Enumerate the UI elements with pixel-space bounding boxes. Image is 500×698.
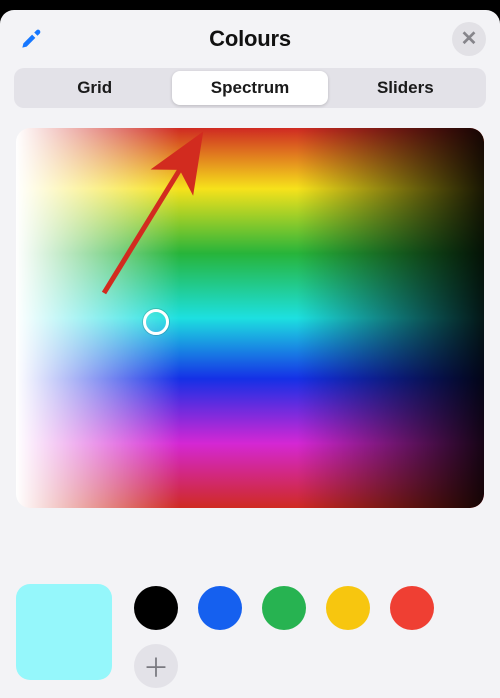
color-picker-sheet: Colours ✕ Grid Spectrum Sliders <box>0 10 500 698</box>
close-icon: ✕ <box>461 29 478 49</box>
tab-bar: Grid Spectrum Sliders <box>0 68 500 108</box>
spectrum-area <box>16 128 484 508</box>
page-title: Colours <box>209 26 291 52</box>
spectrum-canvas[interactable] <box>16 128 484 508</box>
preset-swatch-row <box>134 586 484 630</box>
preset-swatch[interactable] <box>198 586 242 630</box>
tab-sliders[interactable]: Sliders <box>328 71 483 105</box>
preset-swatch[interactable] <box>262 586 306 630</box>
header: Colours ✕ <box>0 10 500 68</box>
eyedropper-icon <box>18 26 44 52</box>
preset-swatch[interactable] <box>390 586 434 630</box>
eyedropper-button[interactable] <box>16 24 46 54</box>
tab-grid[interactable]: Grid <box>17 71 172 105</box>
spectrum-picker-ring[interactable] <box>143 309 169 335</box>
add-swatch-button[interactable]: ＋ <box>134 644 178 688</box>
preset-swatch[interactable] <box>134 586 178 630</box>
current-color-swatch[interactable] <box>16 584 112 680</box>
preset-swatch[interactable] <box>326 586 370 630</box>
bottom-panel: ＋ <box>0 580 500 698</box>
close-button[interactable]: ✕ <box>452 22 486 56</box>
tab-spectrum[interactable]: Spectrum <box>172 71 327 105</box>
plus-icon: ＋ <box>143 648 169 685</box>
